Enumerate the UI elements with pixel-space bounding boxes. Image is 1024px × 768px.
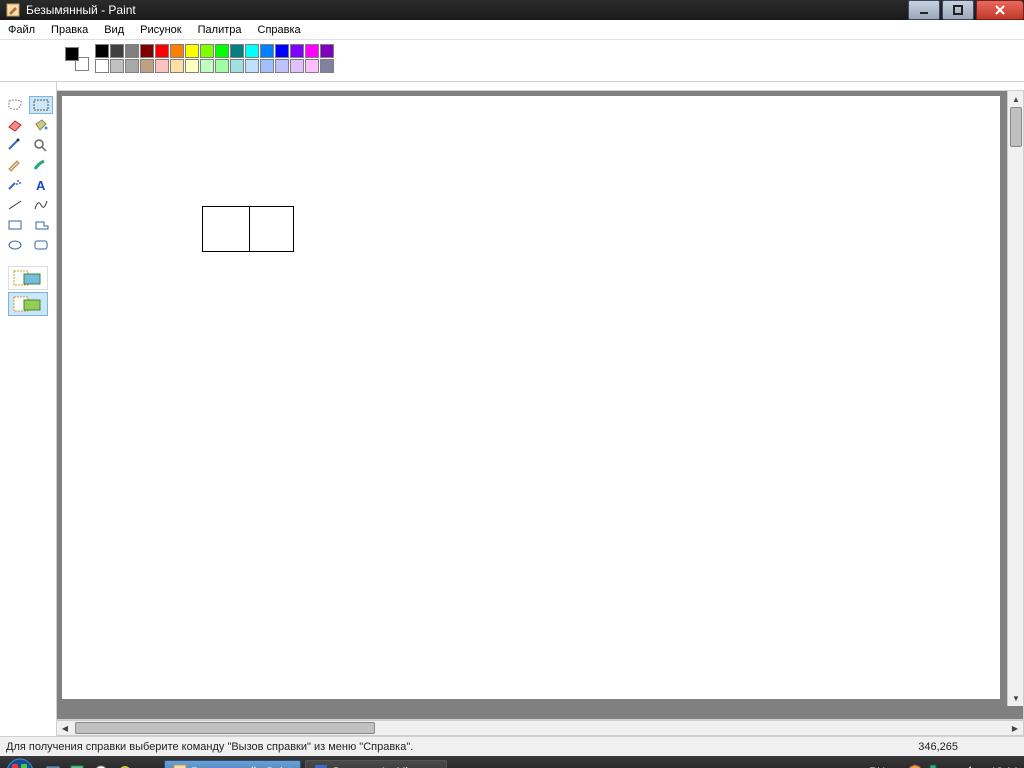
color-swatch[interactable]: [215, 44, 229, 58]
menu-image[interactable]: Рисунок: [132, 22, 190, 38]
window-title: Безымянный - Paint: [26, 3, 136, 17]
tool-fill[interactable]: [29, 116, 53, 134]
scroll-left-icon[interactable]: ◀: [57, 720, 73, 736]
color-swatch[interactable]: [110, 44, 124, 58]
color-swatch[interactable]: [260, 59, 274, 73]
color-swatch[interactable]: [230, 59, 244, 73]
quick-launch-more[interactable]: »: [138, 761, 160, 768]
quick-launch-app[interactable]: [114, 761, 136, 768]
color-swatch[interactable]: [305, 44, 319, 58]
color-swatch[interactable]: [320, 59, 334, 73]
color-swatch[interactable]: [125, 59, 139, 73]
color-swatch[interactable]: [245, 59, 259, 73]
color-swatch[interactable]: [245, 44, 259, 58]
color-swatch[interactable]: [275, 59, 289, 73]
menu-help[interactable]: Справка: [250, 22, 309, 38]
tray-network-icon[interactable]: [944, 764, 958, 768]
menu-palette[interactable]: Палитра: [190, 22, 250, 38]
taskbar-app-word[interactable]: WДокумент1 - Micros...: [305, 760, 447, 768]
tray-shield-icon[interactable]: [908, 764, 922, 768]
title-bar: Безымянный - Paint: [0, 0, 1024, 20]
minimize-button[interactable]: [908, 0, 940, 20]
menu-edit[interactable]: Правка: [43, 22, 96, 38]
scroll-right-icon[interactable]: ▶: [1007, 720, 1023, 736]
tray-volume-icon[interactable]: [962, 764, 976, 768]
start-button[interactable]: [0, 756, 40, 768]
tool-rounded-rect[interactable]: [29, 236, 53, 254]
color-swatch[interactable]: [110, 59, 124, 73]
tool-eraser[interactable]: [3, 116, 27, 134]
scroll-thumb[interactable]: [1010, 107, 1022, 147]
cursor-coordinates: 346,265: [918, 741, 958, 753]
tool-freeform-select[interactable]: [3, 96, 27, 114]
status-bar: Для получения справки выберите команду "…: [0, 736, 1024, 756]
color-swatch[interactable]: [305, 59, 319, 73]
svg-text:A: A: [36, 178, 46, 192]
selection-mode-transparent[interactable]: [8, 266, 48, 290]
color-swatch[interactable]: [140, 59, 154, 73]
color-swatch[interactable]: [95, 59, 109, 73]
menu-view[interactable]: Вид: [96, 22, 132, 38]
horizontal-scrollbar[interactable]: ◀ ▶: [56, 720, 1024, 736]
color-swatch[interactable]: [320, 44, 334, 58]
close-button[interactable]: [976, 0, 1024, 20]
color-swatch[interactable]: [290, 59, 304, 73]
tool-pencil[interactable]: [3, 156, 27, 174]
scroll-thumb[interactable]: [75, 722, 375, 734]
canvas-area[interactable]: ▲ ▼: [56, 90, 1024, 720]
selection-mode-opaque[interactable]: [8, 292, 48, 316]
color-swatch[interactable]: [215, 59, 229, 73]
maximize-button[interactable]: [942, 0, 974, 20]
foreground-color-swatch: [65, 47, 79, 61]
paint-icon: [173, 764, 187, 768]
paint-app-icon: [6, 3, 20, 17]
color-swatch[interactable]: [185, 59, 199, 73]
tool-brush[interactable]: [29, 156, 53, 174]
quick-launch-app[interactable]: [66, 761, 88, 768]
scroll-up-icon[interactable]: ▲: [1008, 91, 1024, 107]
color-swatch[interactable]: [260, 44, 274, 58]
color-swatch[interactable]: [170, 59, 184, 73]
word-icon: W: [314, 764, 328, 768]
tool-panel: A: [0, 82, 56, 736]
color-swatch[interactable]: [200, 44, 214, 58]
tool-magnifier[interactable]: [29, 136, 53, 154]
tool-polygon[interactable]: [29, 216, 53, 234]
tool-line[interactable]: [3, 196, 27, 214]
quick-launch-show-desktop[interactable]: [42, 761, 64, 768]
vertical-scrollbar[interactable]: ▲ ▼: [1007, 91, 1023, 706]
tray-phone-icon[interactable]: [926, 764, 940, 768]
color-swatch[interactable]: [200, 59, 214, 73]
color-swatch[interactable]: [125, 44, 139, 58]
tool-color-picker[interactable]: [3, 136, 27, 154]
menu-file[interactable]: Файл: [0, 22, 43, 38]
color-swatch[interactable]: [275, 44, 289, 58]
color-swatch[interactable]: [155, 59, 169, 73]
color-swatch[interactable]: [290, 44, 304, 58]
menu-bar: Файл Правка Вид Рисунок Палитра Справка: [0, 20, 1024, 40]
tool-curve[interactable]: [29, 196, 53, 214]
color-swatch[interactable]: [140, 44, 154, 58]
tool-rectangle[interactable]: [3, 216, 27, 234]
status-help-text: Для получения справки выберите команду "…: [6, 741, 413, 753]
scroll-down-icon[interactable]: ▼: [1008, 690, 1024, 706]
canvas[interactable]: [61, 95, 1001, 700]
tool-rect-select[interactable]: [29, 96, 53, 114]
tool-text[interactable]: A: [29, 176, 53, 194]
current-color-indicator[interactable]: [65, 47, 89, 71]
color-swatch[interactable]: [230, 44, 244, 58]
tool-airbrush[interactable]: [3, 176, 27, 194]
tool-ellipse[interactable]: [3, 236, 27, 254]
taskbar-app-paint[interactable]: Безымянный - Paint: [164, 760, 301, 768]
color-swatch[interactable]: [170, 44, 184, 58]
color-palette: [0, 40, 1024, 82]
color-swatch[interactable]: [155, 44, 169, 58]
color-swatch[interactable]: [185, 44, 199, 58]
drawn-rectangle: [202, 206, 294, 252]
taskbar: » Безымянный - Paint WДокумент1 - Micros.…: [0, 756, 1024, 768]
color-swatch[interactable]: [95, 44, 109, 58]
quick-launch-app[interactable]: [90, 761, 112, 768]
